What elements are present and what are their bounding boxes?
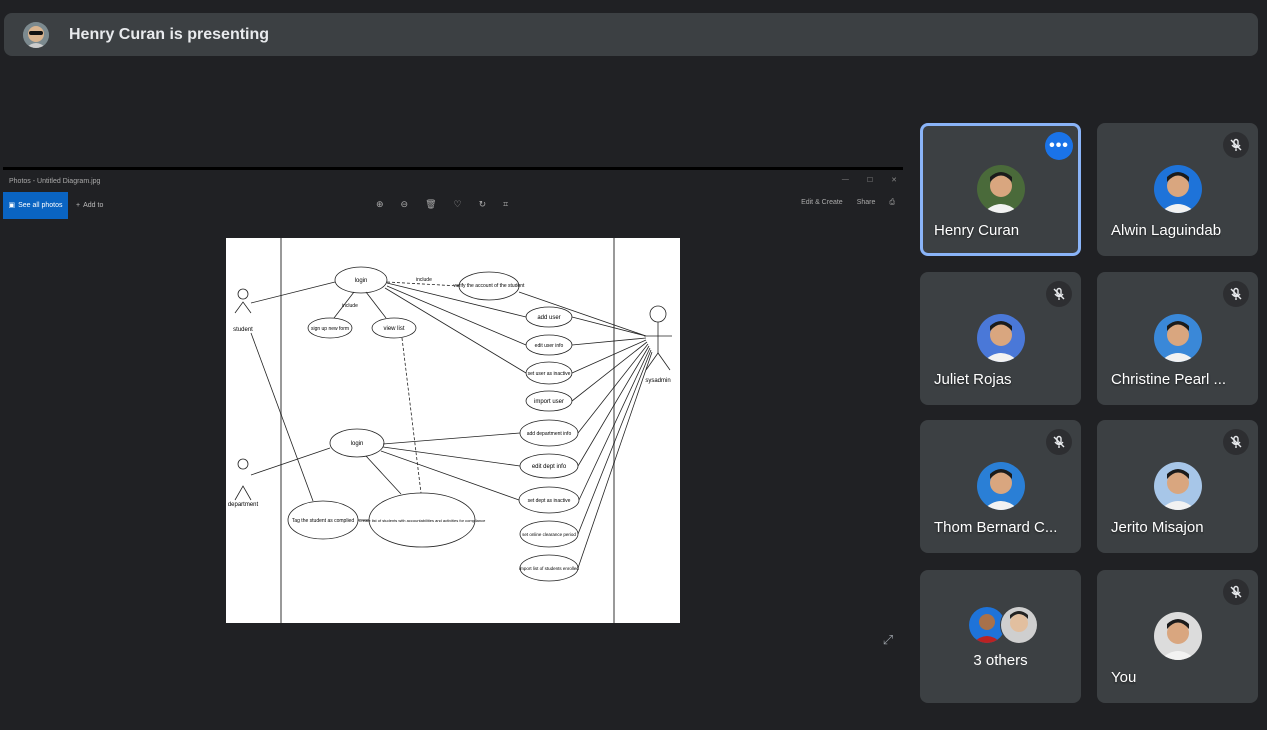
uc-login-2: login	[351, 441, 364, 447]
participant-tile[interactable]: You	[1097, 570, 1258, 703]
uc-signup: sign up new form	[311, 326, 349, 332]
uc-login-1: login	[355, 278, 368, 284]
window-controls: — ☐ ✕	[842, 176, 897, 184]
uc-import-list: import list of students enrolled	[519, 566, 579, 571]
uc-verify: verify the account of the student	[454, 283, 525, 289]
delete-icon: 🗑	[425, 199, 437, 209]
more-options-icon[interactable]: •••	[1045, 132, 1073, 160]
uc-tag: Tag the student as complied	[292, 518, 354, 524]
participant-tile[interactable]: Christine Pearl ...	[1097, 272, 1258, 405]
photos-icon: ▣	[8, 202, 16, 209]
participant-name: Alwin Laguindab	[1111, 222, 1222, 239]
avatar	[977, 165, 1025, 213]
avatar	[1154, 314, 1202, 362]
minimize-icon: —	[841, 176, 849, 183]
participant-tile[interactable]: Jerito Misajon	[1097, 420, 1258, 553]
crop-icon: ⌗	[503, 199, 509, 209]
viewer-tools: ⊕ ⊖ 🗑 ♡ ↻ ⌗	[376, 199, 508, 210]
participant-tile[interactable]: Henry Curan •••	[920, 123, 1081, 256]
avatar	[1154, 165, 1202, 213]
uc-edit-user: edit user info	[535, 343, 564, 349]
use-case-diagram: student department sysadmin login sign u…	[226, 238, 680, 623]
include-label-2: include	[416, 277, 432, 283]
participant-tile[interactable]: Juliet Rojas	[920, 272, 1081, 405]
actor-department-label: department	[228, 502, 259, 508]
uc-set-dept-inactive: set dept as inactive	[528, 498, 571, 504]
participant-name: You	[1111, 669, 1137, 686]
add-to-button: + Add to	[76, 202, 103, 209]
mic-off-icon	[1046, 429, 1072, 455]
presenting-banner: Henry Curan is presenting	[4, 13, 1258, 56]
actor-sysadmin	[644, 305, 672, 371]
avatar	[977, 462, 1025, 510]
add-to-label: Add to	[83, 201, 104, 209]
avatar	[977, 314, 1025, 362]
actor-student	[234, 288, 252, 314]
participant-tile[interactable]: Thom Bernard C...	[920, 420, 1081, 553]
participant-name: Henry Curan	[934, 222, 1020, 239]
zoom-out-icon: ⊖	[400, 199, 409, 209]
print-icon: ⎙	[889, 199, 895, 206]
maximize-icon: ☐	[866, 177, 874, 184]
uc-set-online: set online clearance period	[522, 532, 576, 537]
others-count-label: 3 others	[973, 652, 1028, 669]
uc-set-inactive: set user as inactive	[528, 371, 571, 377]
include-label-1: include	[342, 303, 358, 309]
close-icon: ✕	[891, 177, 897, 184]
mic-off-icon	[1223, 579, 1249, 605]
photos-titlebar: Photos - Untitled Diagram.jpg — ☐ ✕	[3, 173, 903, 189]
see-all-photos-button: ▣ See all photos	[3, 191, 68, 219]
participant-name: Christine Pearl ...	[1111, 371, 1227, 388]
presenting-text: Henry Curan is presenting	[69, 25, 270, 43]
edit-create-button: Edit & Create	[801, 199, 843, 206]
zoom-in-icon: ⊕	[376, 199, 384, 209]
mic-off-icon	[1046, 281, 1072, 307]
shared-screen[interactable]: Photos - Untitled Diagram.jpg — ☐ ✕ ▣ Se…	[3, 167, 903, 638]
mic-off-icon	[1223, 429, 1249, 455]
actor-department	[234, 458, 252, 501]
meet-window: Henry Curan is presenting Photos - Untit…	[0, 0, 1267, 730]
uc-add-dept: add department info	[527, 431, 572, 437]
uc-import-user: import user	[534, 399, 564, 405]
share-button: Share	[856, 199, 876, 206]
actor-sysadmin-label: sysadmin	[645, 378, 670, 384]
participant-name: Jerito Misajon	[1111, 519, 1204, 536]
photos-toolbar: ▣ See all photos + Add to ⊕ ⊖ 🗑 ♡ ↻ ⌗ Ed…	[3, 191, 903, 219]
presenter-avatar	[23, 21, 49, 48]
uc-create: Create list of students with accountabil…	[359, 518, 487, 523]
see-all-label: See all photos	[18, 201, 63, 209]
participant-name: Juliet Rojas	[934, 371, 1012, 388]
uc-add-user: add user	[537, 315, 560, 321]
mic-off-icon	[1223, 281, 1249, 307]
window-title: Photos - Untitled Diagram.jpg	[9, 177, 101, 185]
rotate-icon: ↻	[478, 199, 487, 209]
viewer-right-tools: Edit & Create Share ⎙	[801, 199, 895, 207]
uc-view-list: view list	[383, 326, 404, 332]
uc-edit-dept: edit dept info	[532, 464, 567, 470]
avatar	[1154, 612, 1202, 660]
participant-tile[interactable]: Alwin Laguindab	[1097, 123, 1258, 256]
actor-student-label: student	[233, 327, 253, 333]
plus-icon: +	[76, 201, 81, 209]
expand-icon[interactable]: ⤢	[880, 632, 896, 648]
mic-off-icon	[1223, 132, 1249, 158]
participant-tile[interactable]: 3 others	[920, 570, 1081, 703]
avatar	[1000, 606, 1038, 644]
favorite-icon: ♡	[453, 199, 462, 209]
avatar	[1154, 462, 1202, 510]
participant-name: Thom Bernard C...	[934, 519, 1058, 536]
